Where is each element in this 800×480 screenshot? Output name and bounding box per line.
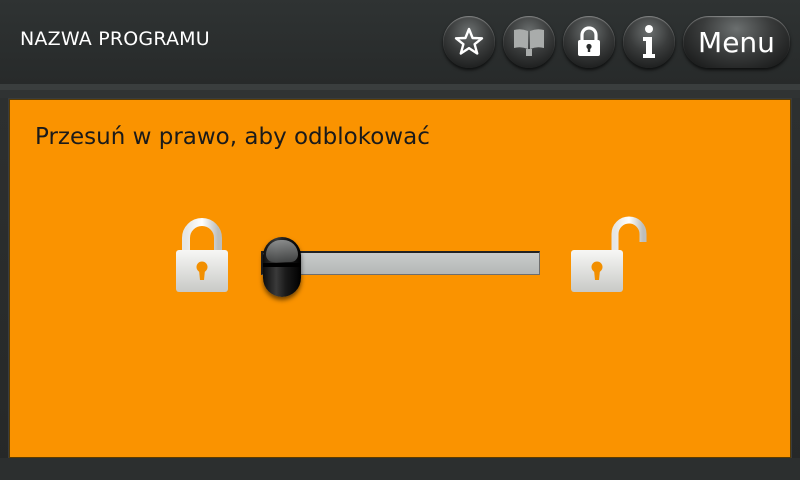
toolbar-divider-shadow: [0, 90, 800, 98]
book-icon: [514, 29, 544, 56]
unlock-panel: Przesuń w prawo, aby odblokować: [9, 99, 791, 458]
menu-button[interactable]: Menu: [683, 16, 790, 68]
favorites-button[interactable]: [443, 16, 495, 68]
bottom-bar: [0, 458, 800, 480]
unlock-slider-knob[interactable]: [263, 237, 301, 297]
lock-screen: NAZWA PROGRAMU Menu Przesuń w prawo, aby…: [0, 0, 800, 480]
lock-button[interactable]: [563, 16, 615, 68]
info-button[interactable]: [623, 16, 675, 68]
locked-padlock-icon: [176, 218, 228, 292]
lock-icon: [578, 26, 600, 56]
book-button[interactable]: [503, 16, 555, 68]
top-bar: NAZWA PROGRAMU Menu: [0, 0, 800, 85]
unlock-slider-track[interactable]: [261, 251, 540, 275]
star-icon: [454, 27, 484, 55]
app-title: NAZWA PROGRAMU: [20, 28, 210, 50]
unlocked-padlock-icon: [571, 216, 647, 292]
info-icon: [643, 25, 655, 58]
unlock-instruction: Przesuń w prawo, aby odblokować: [35, 124, 430, 150]
